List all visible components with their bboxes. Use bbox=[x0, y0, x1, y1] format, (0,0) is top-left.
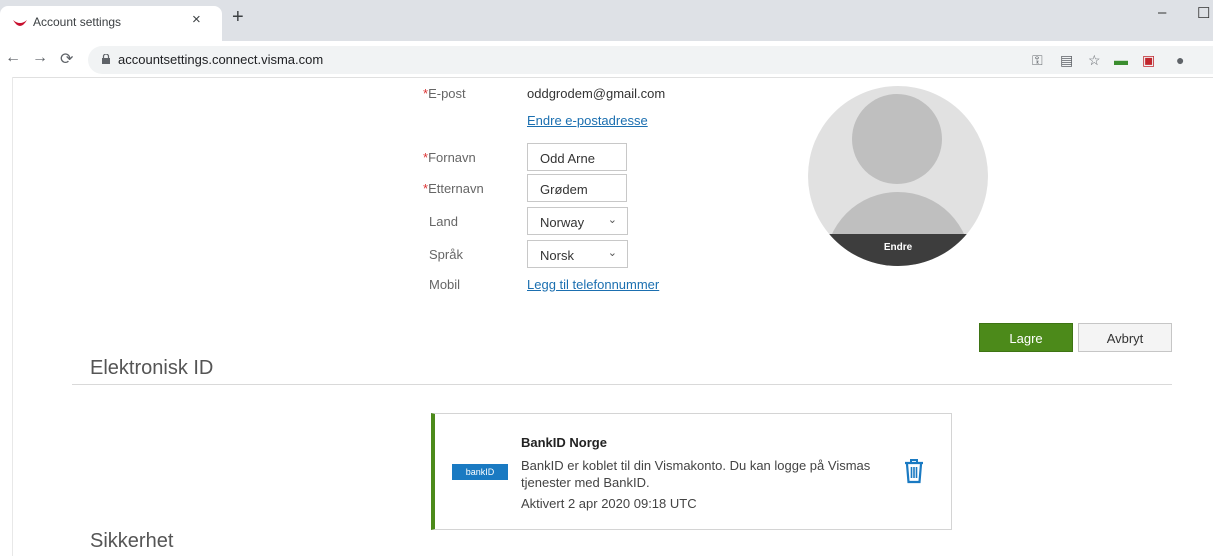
add-phone-link[interactable]: Legg til telefonnummer bbox=[527, 277, 659, 292]
address-bar: ← → ⟳ accountsettings.connect.visma.com … bbox=[0, 41, 1213, 78]
lock-icon bbox=[102, 54, 110, 64]
firstname-field[interactable]: Odd Arne bbox=[527, 143, 627, 171]
minimize-button[interactable]: – bbox=[1158, 4, 1166, 21]
lastname-field[interactable]: Grødem bbox=[527, 174, 627, 202]
forward-icon[interactable]: → bbox=[32, 49, 48, 67]
bankid-card-activated: Aktivert 2 apr 2020 09:18 UTC bbox=[521, 496, 697, 511]
tab-bar: Account settings × + – ☐ bbox=[0, 0, 1213, 41]
key-icon[interactable]: ⚿ bbox=[1032, 52, 1043, 69]
url-text: accountsettings.connect.visma.com bbox=[118, 52, 324, 67]
close-tab-icon[interactable]: × bbox=[192, 11, 201, 28]
bankid-logo: bankID bbox=[452, 464, 508, 480]
reload-icon[interactable]: ⟳ bbox=[60, 49, 73, 69]
avatar-edit-button[interactable]: Endre bbox=[808, 242, 988, 253]
cancel-button[interactable]: Avbryt bbox=[1078, 323, 1172, 352]
extension-icon[interactable]: ▬ bbox=[1114, 52, 1128, 68]
back-icon[interactable]: ← bbox=[5, 49, 21, 67]
eid-section-title: Elektronisk ID bbox=[90, 357, 214, 379]
trash-icon[interactable] bbox=[902, 458, 926, 484]
country-label: Land bbox=[429, 214, 458, 229]
avatar[interactable]: Endre bbox=[808, 86, 988, 266]
new-tab-button[interactable]: + bbox=[232, 6, 244, 29]
save-button[interactable]: Lagre bbox=[979, 323, 1073, 352]
url-field[interactable]: accountsettings.connect.visma.com ⚿ ▤ ☆ … bbox=[88, 46, 1213, 74]
change-email-link[interactable]: Endre e-postadresse bbox=[527, 113, 648, 128]
email-value: oddgrodem@gmail.com bbox=[527, 86, 666, 101]
bankid-card: bankID BankID Norge BankID er koblet til… bbox=[431, 413, 952, 530]
tab-title: Account settings bbox=[33, 15, 122, 29]
chevron-down-icon: ⌄ bbox=[607, 214, 617, 226]
avatar-head-shape bbox=[852, 94, 942, 184]
translate-icon[interactable]: ▤ bbox=[1060, 52, 1073, 69]
bookmark-star-icon[interactable]: ☆ bbox=[1088, 52, 1101, 69]
security-section-title: Sikkerhet bbox=[90, 530, 174, 552]
bankid-card-title: BankID Norge bbox=[521, 435, 607, 450]
email-label: *E-post bbox=[423, 86, 466, 101]
tab-account-settings[interactable]: Account settings × bbox=[0, 6, 222, 41]
language-select[interactable]: Norsk ⌄ bbox=[527, 240, 628, 268]
profile-icon[interactable]: ● bbox=[1176, 52, 1184, 68]
language-label: Språk bbox=[429, 247, 463, 262]
visma-favicon-icon bbox=[13, 20, 27, 26]
firstname-label: *Fornavn bbox=[423, 150, 476, 165]
left-edge bbox=[0, 77, 13, 556]
bankid-card-description: BankID er koblet til din Vismakonto. Du … bbox=[521, 458, 871, 490]
chevron-down-icon: ⌄ bbox=[607, 247, 617, 259]
country-select-value: Norway bbox=[540, 215, 585, 230]
language-select-value: Norsk bbox=[540, 248, 574, 263]
mobile-label: Mobil bbox=[429, 277, 461, 292]
maximize-button[interactable]: ☐ bbox=[1197, 4, 1210, 22]
country-select[interactable]: Norway ⌄ bbox=[527, 207, 628, 235]
lastname-label: *Etternavn bbox=[423, 181, 484, 196]
section-divider bbox=[72, 384, 1172, 385]
pdf-extension-icon[interactable]: ▣ bbox=[1142, 52, 1155, 69]
